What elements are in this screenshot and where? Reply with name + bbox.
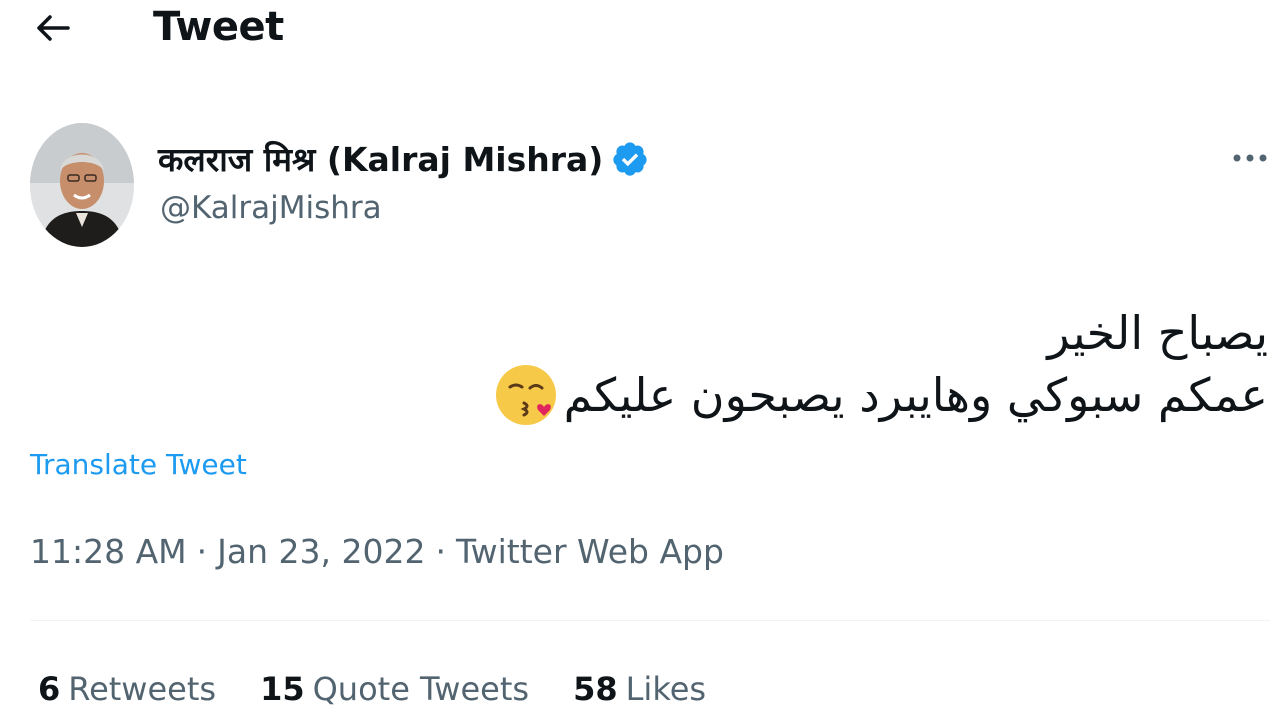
retweets-count: 6 — [38, 670, 61, 708]
tweet-source[interactable]: Twitter Web App — [456, 532, 724, 571]
retweets-label: Retweets — [68, 670, 217, 708]
tweet-stats: 6 Retweets 15 Quote Tweets 58 Likes — [38, 670, 706, 708]
tweet-body: يصباح الخير عمكم سبوكي وهايبرد يصبحون عل… — [368, 302, 1268, 431]
verified-badge-icon — [613, 141, 647, 176]
author-name[interactable]: कलराज मिश्र (Kalraj Mishra) — [158, 136, 603, 181]
profile-photo — [30, 123, 134, 247]
likes-stat[interactable]: 58 Likes — [573, 670, 706, 708]
more-horizontal-icon — [1233, 154, 1267, 162]
tweet-line-1: يصباح الخير — [1047, 306, 1268, 360]
retweets-stat[interactable]: 6 Retweets — [38, 670, 216, 708]
avatar[interactable] — [30, 123, 134, 247]
quote-tweets-stat[interactable]: 15 Quote Tweets — [260, 670, 529, 708]
page-title: Tweet — [153, 4, 284, 50]
tweet-meta: 11:28 AM · Jan 23, 2022 · Twitter Web App — [30, 532, 724, 571]
arrow-left-icon — [37, 15, 70, 41]
likes-label: Likes — [625, 670, 707, 708]
tweet-line-2-text: عمكم سبوكي وهايبرد يصبحون عليكم — [563, 368, 1268, 422]
tweet-line-2: عمكم سبوكي وهايبرد يصبحون عليكم — [368, 364, 1268, 431]
tweet-page: Tweet कलराज मिश्र (Kalraj Mishra) @Kalra… — [0, 0, 1280, 720]
quote-tweets-label: Quote Tweets — [312, 670, 530, 708]
meta-separator: · — [435, 532, 446, 571]
likes-count: 58 — [573, 670, 618, 708]
divider — [30, 620, 1270, 621]
translate-tweet-link[interactable]: Translate Tweet — [30, 448, 247, 481]
tweet-time[interactable]: 11:28 AM — [30, 532, 187, 571]
back-button[interactable] — [30, 8, 74, 48]
kissing-face-emoji-icon — [495, 364, 556, 425]
tweet-date[interactable]: Jan 23, 2022 — [217, 532, 425, 571]
meta-separator: · — [196, 532, 208, 571]
quote-tweets-count: 15 — [260, 670, 305, 708]
top-header: Tweet — [0, 0, 1280, 60]
author-handle[interactable]: @KalrajMishra — [160, 190, 382, 226]
more-options-button[interactable] — [1228, 140, 1272, 176]
author-name-row[interactable]: कलराज मिश्र (Kalraj Mishra) — [158, 136, 649, 181]
